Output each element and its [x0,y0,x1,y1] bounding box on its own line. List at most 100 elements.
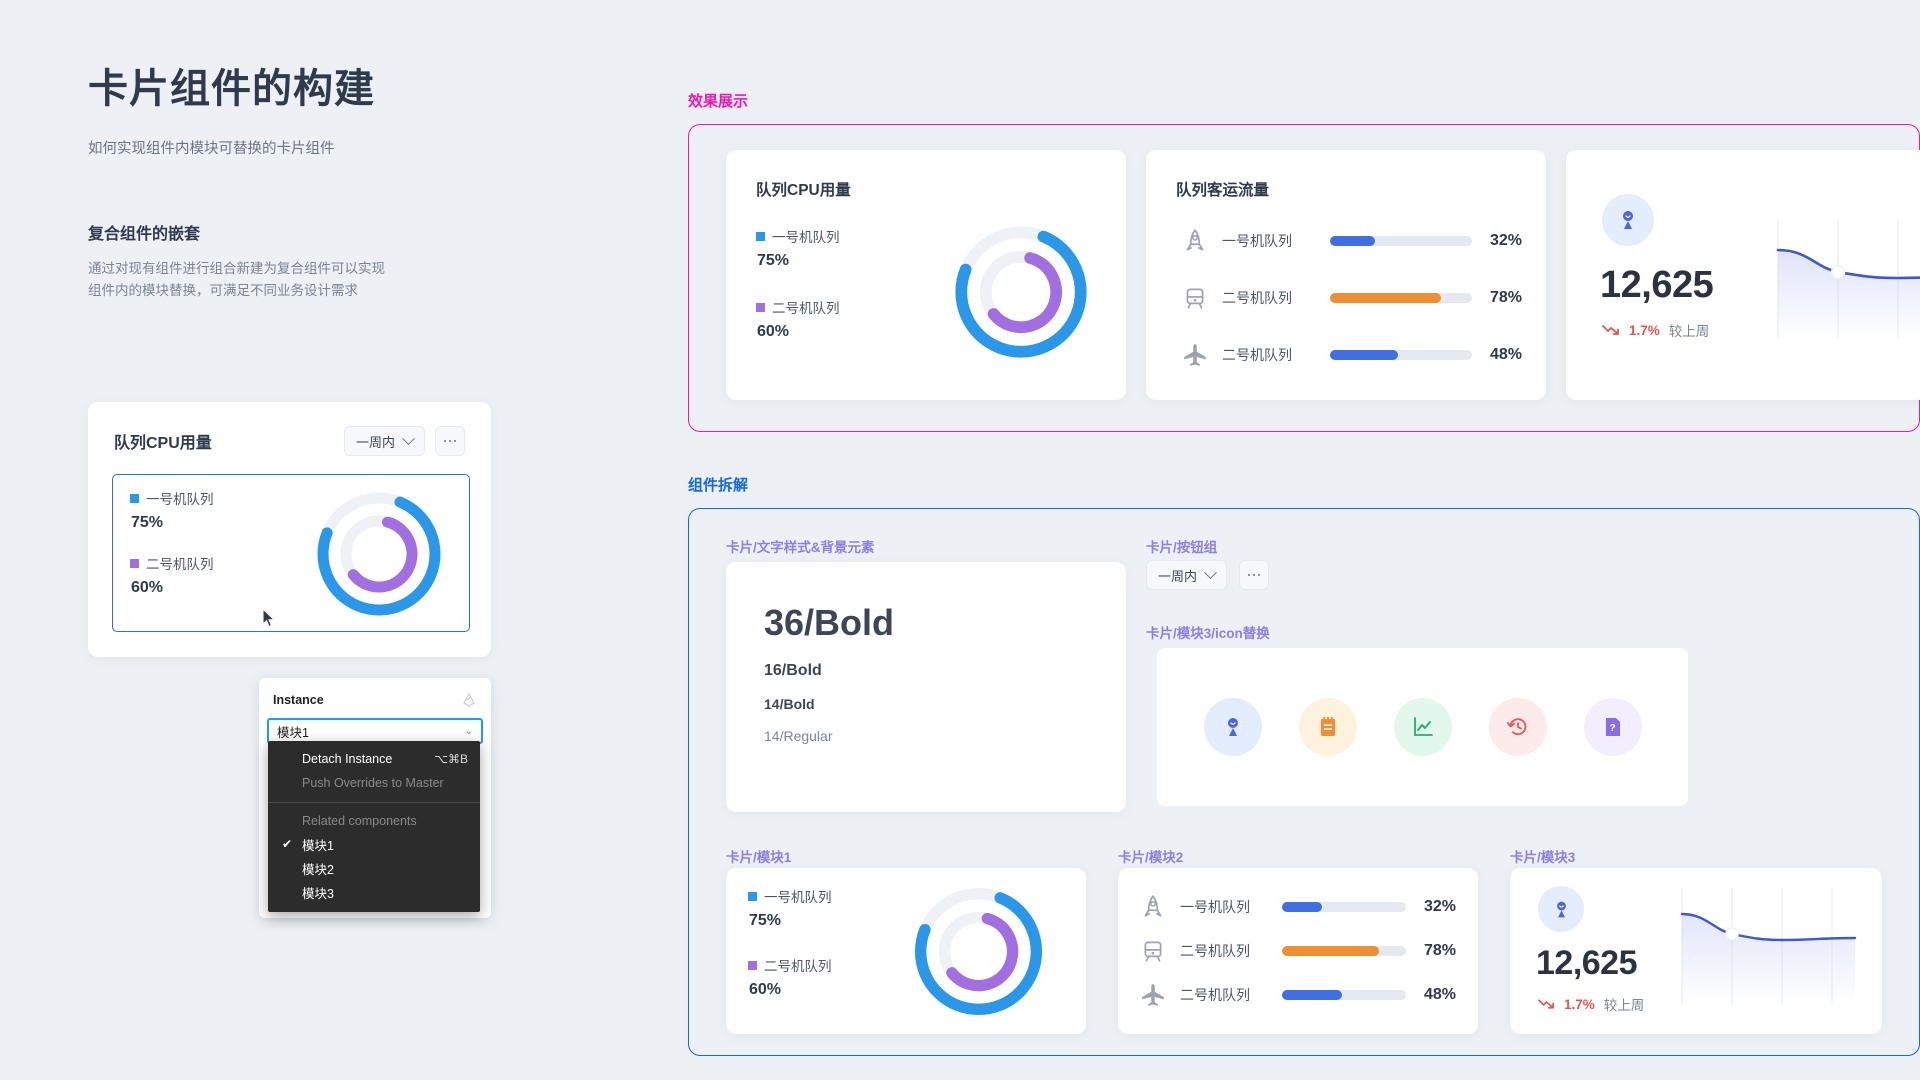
preview-module-1: 一号机队列 75% 二号机队列 60% [112,474,470,632]
donut-chart [317,492,441,616]
legend-label: 二号机队列 [764,959,832,974]
menu-item-module-3[interactable]: 模块3 [268,880,480,904]
stat-icon-badge [1538,886,1584,932]
card-passenger-traffic: 队列客运流量 一号机队列 32% 二号机队列 78% 二号机队列 48% [1146,150,1546,400]
swap-instance-icon[interactable] [461,692,477,708]
icon-bubble-clipboard[interactable] [1298,698,1357,756]
legend-swatch-icon [748,891,757,901]
section-description-line-2: 组件内的模块替换，可满足不同业务设计需求 [88,283,358,299]
bar-track [1282,990,1406,1000]
svg-text:?: ? [1609,723,1615,734]
section-heading: 复合组件的嵌套 [88,226,201,243]
card-module-2: 一号机队列 32% 二号机队列 78% 二号机队列 48% [1118,868,1478,1034]
donut-legend: 一号机队列 75% 二号机队列 60% [130,488,214,618]
stat-delta-value: 1.7% [1629,322,1660,338]
question-file-icon: ? [1605,718,1620,736]
bar-value: 78% [1490,289,1523,306]
dot-icon [448,439,452,443]
card-title: 队列CPU用量 [756,182,851,199]
rocket-icon [1186,229,1204,251]
menu-item-detach-instance[interactable]: Detach Instance ⌥⌘B [268,747,480,771]
stat-number: 12,625 [1600,264,1714,306]
bar-value: 48% [1490,346,1523,363]
stat-sparkline-chart [1776,220,1920,338]
menu-section-related-components: Related components [302,814,417,828]
dot-icon [1252,573,1256,577]
instance-panel-header: Instance [259,678,491,708]
card-cpu-usage: 队列CPU用量 一号机队列 75% 二号机队列 60% [726,150,1126,400]
sparkline-point [1830,264,1846,280]
legend-swatch-icon [748,960,757,970]
icon-bubble-user[interactable] [1203,698,1262,756]
legend-value: 75% [749,912,782,929]
page-root: 卡片组件的构建 如何实现组件内模块可替换的卡片组件 复合组件的嵌套 通过对现有组… [0,0,1920,1080]
page-subtitle: 如何实现组件内模块可替换的卡片组件 [88,141,335,157]
legend-value: 75% [131,514,164,531]
icon-swap-card: ? [1157,648,1688,806]
bar-list: 一号机队列 32% 二号机队列 78% 二号机队列 48% [1140,892,1456,1010]
type-sample-36-bold: 36/Bold [764,602,895,643]
mouse-cursor-icon [262,608,276,628]
stat-trend: 1.7% 较上周 [1538,994,1644,1014]
legend-swatch-icon [130,558,139,568]
legend-label: 一号机队列 [772,230,840,245]
instance-select-value: 模块1 [277,725,309,740]
legend-value: 60% [749,981,782,998]
legend-name-row: 二号机队列 [130,553,214,573]
more-options-button[interactable] [435,426,465,456]
legend-label: 二号机队列 [772,301,840,316]
icon-bubble-chart[interactable] [1393,698,1452,756]
button-group-sample: 一周内 [1146,560,1270,590]
bar-label: 二号机队列 [1180,943,1250,959]
range-select-button[interactable]: 一周内 [1146,560,1228,590]
legend-item: 一号机队列 75% [130,488,214,532]
bar-row: 一号机队列 32% [1140,892,1456,922]
card-module-1: 一号机队列 75% 二号机队列 60% [726,868,1086,1034]
range-select-label: 一周内 [1158,568,1198,584]
menu-item-module-1[interactable]: ✔ 模块1 [268,832,480,856]
dot-icon [453,439,457,443]
sublabel-icon-swap: 卡片/模块3/icon替换 [1146,626,1270,641]
bar-label: 二号机队列 [1222,290,1292,306]
legend-name-row: 一号机队列 [130,488,214,508]
bar-value: 32% [1490,232,1523,249]
user-avatar-icon [1623,211,1633,229]
legend-label: 二号机队列 [146,557,214,572]
icon-bubble-history[interactable] [1488,698,1547,756]
history-icon [1506,718,1526,736]
legend-label: 一号机队列 [764,890,832,905]
chevron-down-icon [1204,565,1217,579]
sublabel-module-2: 卡片/模块2 [1118,850,1184,865]
rocket-icon [1144,895,1162,917]
more-options-button[interactable] [1239,560,1270,590]
sublabel-module-3: 卡片/模块3 [1510,850,1576,865]
dot-icon [1257,573,1261,577]
menu-item-label: 模块3 [302,886,334,901]
bar-label: 一号机队列 [1222,233,1292,249]
sublabel-typography: 卡片/文字样式&背景元素 [726,540,875,555]
bar-row: 一号机队列 32% [1182,226,1522,256]
dot-icon [1247,573,1251,577]
menu-item-push-overrides[interactable]: Push Overrides to Master [268,771,480,795]
menu-item-module-2[interactable]: 模块2 [268,856,480,880]
chevron-down-icon: ⌄ [464,725,473,737]
donut-legend: 一号机队列 75% 二号机队列 60% [756,226,840,362]
icon-bubble-question-file[interactable]: ? [1583,698,1642,756]
bar-row: 二号机队列 48% [1182,340,1522,370]
stat-sparkline-chart [1680,888,1857,1004]
legend-item: 二号机队列 60% [748,955,832,999]
donut-legend: 一号机队列 75% 二号机队列 60% [748,886,832,1020]
legend-name-row: 二号机队列 [756,297,840,317]
line-chart-icon [1413,717,1433,736]
bar-row: 二号机队列 78% [1140,936,1456,966]
bar-track [1282,902,1406,912]
section-label-demo: 效果展示 [688,93,749,110]
legend-name-row: 一号机队列 [756,226,840,246]
instance-context-menu: Detach Instance ⌥⌘B Push Overrides to Ma… [268,741,480,912]
range-select-button[interactable]: 一周内 [343,426,425,456]
bar-track [1282,946,1406,956]
donut-chart [955,226,1087,358]
bar-track [1330,293,1472,303]
preview-card-title: 队列CPU用量 [114,435,212,452]
legend-item: 一号机队列 75% [756,226,840,270]
